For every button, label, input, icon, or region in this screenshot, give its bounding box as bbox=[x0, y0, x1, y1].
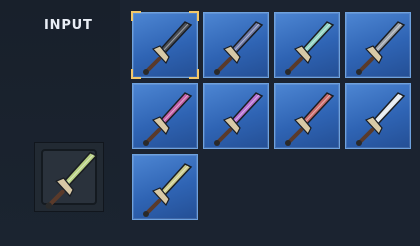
item-slot[interactable] bbox=[132, 154, 198, 220]
sword-black-icon bbox=[143, 21, 193, 75]
item-slot[interactable] bbox=[203, 12, 269, 78]
sword-red-icon bbox=[285, 92, 335, 146]
item-slot[interactable] bbox=[203, 83, 269, 149]
sword-olive-icon bbox=[143, 163, 193, 217]
sword-magenta-icon bbox=[143, 92, 193, 146]
sword-silver-icon bbox=[356, 92, 406, 146]
sword-green-icon bbox=[45, 151, 98, 209]
item-slot[interactable] bbox=[131, 11, 199, 79]
sword-navy-icon bbox=[214, 21, 264, 75]
input-panel: INPUT bbox=[0, 0, 120, 246]
item-slot[interactable] bbox=[132, 83, 198, 149]
item-slot[interactable] bbox=[345, 83, 411, 149]
sword-purple-icon bbox=[214, 92, 264, 146]
sword-teal-icon bbox=[285, 21, 335, 75]
sword-grey-icon bbox=[356, 21, 406, 75]
input-title: INPUT bbox=[44, 18, 93, 33]
item-slot[interactable] bbox=[274, 83, 340, 149]
item-slot[interactable] bbox=[345, 12, 411, 78]
input-slot[interactable] bbox=[34, 142, 104, 212]
item-slot[interactable] bbox=[274, 12, 340, 78]
